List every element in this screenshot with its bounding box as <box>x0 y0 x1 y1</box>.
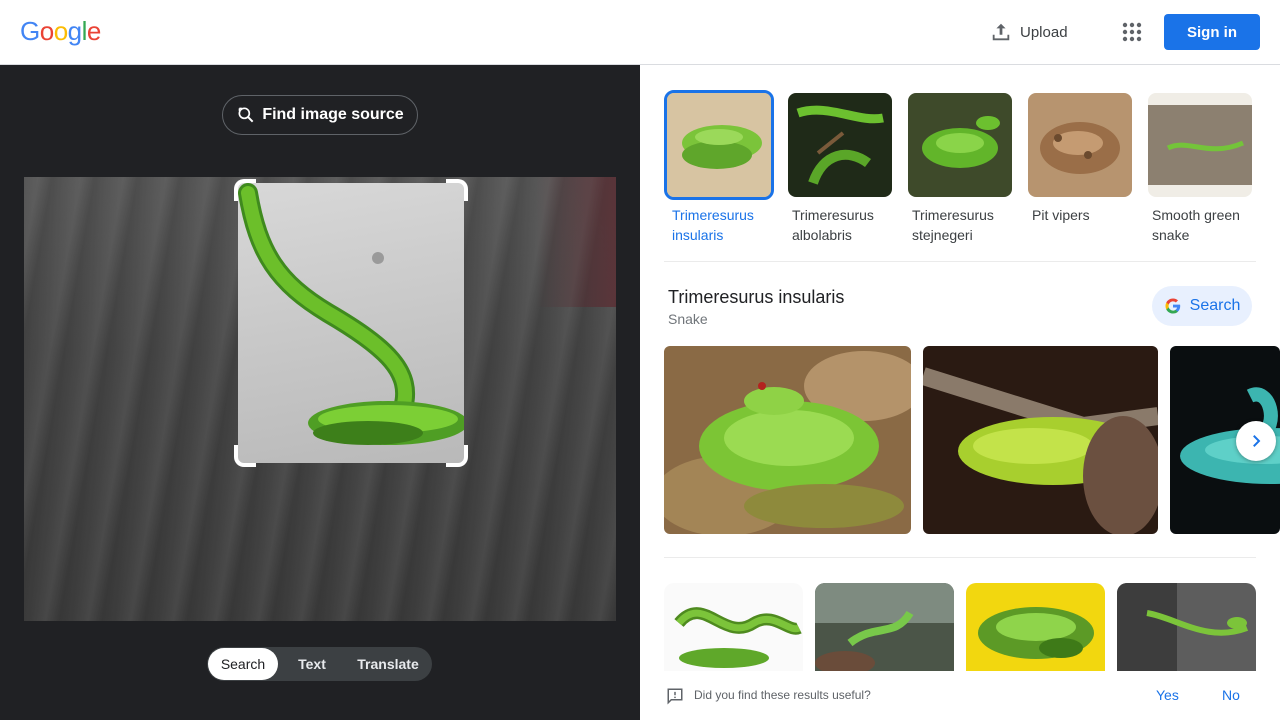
logo-letter: g <box>67 16 82 46</box>
google-g-icon <box>1164 297 1182 315</box>
logo-letter: o <box>53 16 68 46</box>
crop-handle-bottom-right[interactable] <box>446 445 468 467</box>
visual-match-image[interactable] <box>815 583 954 671</box>
logo-letter: e <box>86 16 101 46</box>
visual-match-image[interactable] <box>1117 583 1256 671</box>
chip-thumbnail <box>664 90 774 200</box>
tab-text[interactable]: Text <box>278 648 346 680</box>
crop-handle-top-right[interactable] <box>446 179 468 201</box>
upload-icon <box>990 21 1012 43</box>
chip-trimeresurus-insularis[interactable]: Trimeresurus insularis <box>664 90 774 245</box>
chip-thumbnail <box>1028 93 1132 197</box>
lens-mode-tabs: Search Text Translate <box>207 647 432 681</box>
visual-match-image[interactable] <box>664 583 803 671</box>
results-pane: Trimeresurus insularis Trimeresurus albo… <box>640 65 1280 720</box>
related-entity-chips: Trimeresurus insularis Trimeresurus albo… <box>664 90 1256 250</box>
divider <box>664 261 1256 262</box>
lens-search-icon <box>236 105 256 125</box>
entity-search-button[interactable]: Search <box>1152 286 1252 326</box>
chip-trimeresurus-albolabris[interactable]: Trimeresurus albolabris <box>788 90 896 245</box>
entity-title: Trimeresurus insularis <box>668 287 845 307</box>
google-logo[interactable]: Google <box>20 16 101 47</box>
entity-search-label: Search <box>1189 297 1241 314</box>
feedback-bar: Did you find these results useful? Yes N… <box>640 671 1280 720</box>
crop-selection[interactable] <box>238 183 464 463</box>
crop-handle-top-left[interactable] <box>234 179 256 201</box>
chip-label: Trimeresurus stejnegeri <box>912 207 994 243</box>
crop-handle-bottom-left[interactable] <box>234 445 256 467</box>
visual-match-image[interactable] <box>966 583 1105 671</box>
feedback-question: Did you find these results useful? <box>694 688 871 702</box>
feedback-no-button[interactable]: No <box>1222 687 1240 703</box>
upload-label: Upload <box>1020 23 1068 41</box>
chip-label: Trimeresurus insularis <box>672 207 754 243</box>
chip-label: Smooth green snake <box>1152 207 1240 243</box>
upload-button[interactable]: Upload <box>990 18 1068 46</box>
find-image-source-button[interactable]: Find image source <box>222 95 418 135</box>
tab-translate[interactable]: Translate <box>346 648 430 680</box>
chip-smooth-green-snake[interactable]: Smooth green snake <box>1148 90 1256 245</box>
logo-letter: G <box>20 16 40 46</box>
chip-label: Trimeresurus albolabris <box>792 207 874 243</box>
chip-thumbnail <box>908 93 1012 197</box>
query-image[interactable] <box>24 177 616 621</box>
chip-thumbnail <box>788 93 892 197</box>
chevron-right-icon <box>1247 432 1265 450</box>
tab-search[interactable]: Search <box>208 648 278 680</box>
find-image-source-label: Find image source <box>262 106 404 123</box>
apps-grid-icon[interactable] <box>1120 20 1144 44</box>
feedback-yes-button[interactable]: Yes <box>1156 687 1179 703</box>
carousel-image[interactable] <box>664 346 911 534</box>
carousel-image[interactable] <box>923 346 1158 534</box>
chip-pit-vipers[interactable]: Pit vipers <box>1028 90 1136 225</box>
visual-matches-grid <box>664 583 1256 671</box>
entity-image-carousel <box>664 346 1280 534</box>
sign-in-button[interactable]: Sign in <box>1164 14 1260 50</box>
chip-trimeresurus-stejnegeri[interactable]: Trimeresurus stejnegeri <box>908 90 1016 245</box>
logo-letter: o <box>39 16 54 46</box>
top-header: Google Upload Sign in <box>0 0 1280 65</box>
entity-subtitle: Snake <box>668 311 708 327</box>
query-image-pane: Find image source Search Text Translate <box>0 65 640 720</box>
feedback-icon <box>666 687 684 705</box>
chip-thumbnail <box>1148 93 1252 197</box>
divider <box>664 557 1256 558</box>
carousel-next-button[interactable] <box>1236 421 1276 461</box>
chip-label: Pit vipers <box>1032 207 1090 223</box>
